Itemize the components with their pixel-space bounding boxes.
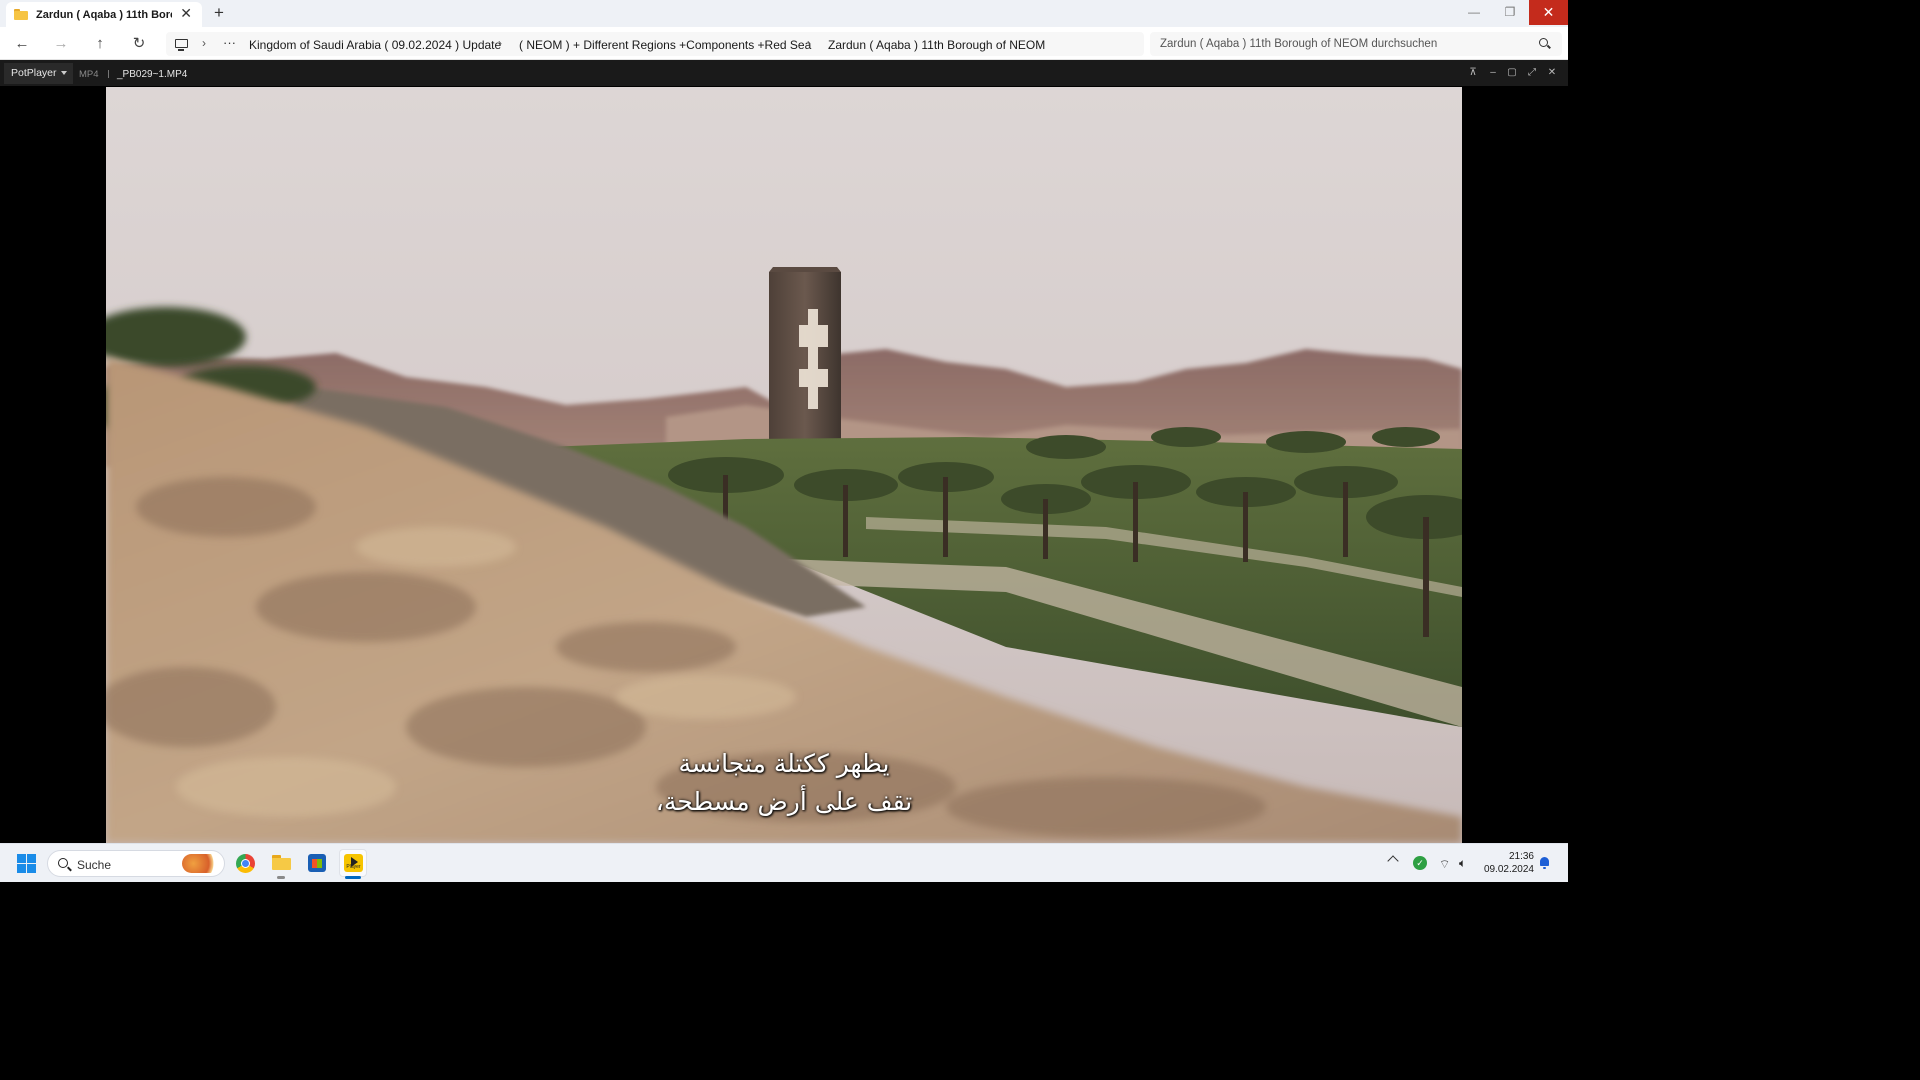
player-fullscreen-button[interactable]: ⤢ — [1525, 66, 1539, 80]
player-title-bar: PotPlayer MP4 _PB029~1.MP4 ⊼ – ▢ ⤢ ✕ — [0, 60, 1568, 87]
folder-icon — [14, 9, 28, 20]
chevron-up-icon[interactable] — [1387, 855, 1399, 867]
potplayer-window: PotPlayer MP4 _PB029~1.MP4 ⊼ – ▢ ⤢ ✕ يظه… — [0, 60, 1568, 843]
chrome-icon[interactable] — [236, 854, 255, 873]
breadcrumb-chevron-icon[interactable]: › — [202, 36, 206, 50]
breadcrumb-chevron-icon[interactable]: › — [807, 36, 811, 50]
forward-button[interactable]: → — [51, 34, 71, 54]
pin-icon[interactable]: ⊼ — [1466, 66, 1480, 80]
back-button[interactable]: ← — [12, 34, 32, 54]
subtitle-line-1: يظهر ككتلة متجانسة — [678, 749, 890, 778]
video-scene — [106, 87, 1462, 843]
up-button[interactable]: ↑ — [90, 34, 110, 54]
explorer-search-input[interactable]: Zardun ( Aqaba ) 11th Borough of NEOM du… — [1150, 32, 1562, 56]
breadcrumb-chevron-icon[interactable]: › — [498, 36, 502, 50]
taskbar-search-input[interactable]: Suche — [47, 850, 225, 877]
search-icon[interactable] — [1539, 38, 1548, 47]
subtitle-line-2: تقف على أرض مسطحة، — [655, 787, 913, 816]
explorer-running-indicator — [277, 876, 285, 879]
windows-start-icon[interactable] — [17, 854, 36, 873]
breadcrumb-item-neom[interactable]: ( NEOM ) + Different Regions +Components… — [519, 38, 811, 52]
player-minimize-button[interactable]: – — [1486, 66, 1500, 80]
search-icon — [58, 858, 68, 868]
refresh-button[interactable]: ↻ — [129, 34, 149, 54]
potplayer-running-indicator — [345, 876, 361, 879]
explorer-tab-strip: Zardun ( Aqaba ) 11th Boroug ✕ + — ❐ ✕ — [0, 0, 1568, 27]
search-highlight-icon — [182, 854, 220, 873]
store-icon[interactable] — [308, 854, 326, 872]
player-maximize-button[interactable]: ▢ — [1505, 66, 1519, 80]
file-explorer-icon[interactable] — [272, 855, 291, 870]
title-separator — [108, 70, 109, 78]
media-filename: _PB029~1.MP4 — [117, 69, 188, 80]
video-frame[interactable]: يظهر ككتلة متجانسة تقف على أرض مسطحة، — [106, 87, 1462, 843]
taskbar-search-label: Suche — [77, 858, 112, 872]
monolith-tower — [769, 267, 841, 462]
explorer-tab[interactable]: Zardun ( Aqaba ) 11th Boroug ✕ — [6, 2, 202, 27]
taskbar-clock[interactable]: 21:36 09.02.2024 — [1480, 850, 1534, 876]
breadcrumb-item-zardun[interactable]: Zardun ( Aqaba ) 11th Borough of NEOM — [828, 38, 1045, 52]
potplayer-taskbar-button[interactable]: Player — [339, 849, 367, 877]
computer-icon[interactable] — [175, 39, 188, 51]
explorer-address-bar: ← → ↑ ↻ › ··· Kingdom of Saudi Arabia ( … — [0, 27, 1568, 60]
tab-close-icon[interactable]: ✕ — [180, 5, 192, 22]
tab-title: Zardun ( Aqaba ) 11th Boroug — [36, 8, 172, 21]
volume-icon[interactable]: 🔈︎ — [1459, 856, 1466, 871]
search-placeholder: Zardun ( Aqaba ) 11th Borough of NEOM du… — [1160, 38, 1438, 50]
breadcrumb-item-saudi-arabia[interactable]: Kingdom of Saudi Arabia ( 09.02.2024 ) U… — [249, 38, 501, 52]
player-close-button[interactable]: ✕ — [1545, 66, 1559, 80]
new-tab-button[interactable]: + — [214, 3, 224, 23]
potplayer-menu-button[interactable]: PotPlayer — [4, 63, 73, 84]
clock-time: 21:36 — [1508, 851, 1534, 862]
potplayer-icon: Player — [344, 854, 363, 872]
security-shield-icon[interactable]: ✓ — [1413, 856, 1427, 870]
player-brand-label: PotPlayer — [11, 67, 57, 79]
taskbar: Suche Player ✓ ⌔ 🔈︎ 21:36 09.02.2024 — [0, 843, 1568, 882]
notification-bell-icon[interactable] — [1539, 857, 1550, 869]
window-close-button[interactable]: ✕ — [1529, 0, 1568, 25]
wifi-icon[interactable]: ⌔ — [1439, 857, 1450, 872]
breadcrumb[interactable]: › ··· Kingdom of Saudi Arabia ( 09.02.20… — [166, 32, 1144, 56]
window-minimize-button[interactable]: — — [1454, 0, 1494, 25]
clock-date: 09.02.2024 — [1483, 864, 1534, 875]
window-restore-button[interactable]: ❐ — [1490, 0, 1530, 25]
chevron-down-icon — [60, 71, 67, 76]
media-format-label: MP4 — [79, 69, 99, 80]
breadcrumb-overflow-button[interactable]: ··· — [223, 35, 236, 50]
